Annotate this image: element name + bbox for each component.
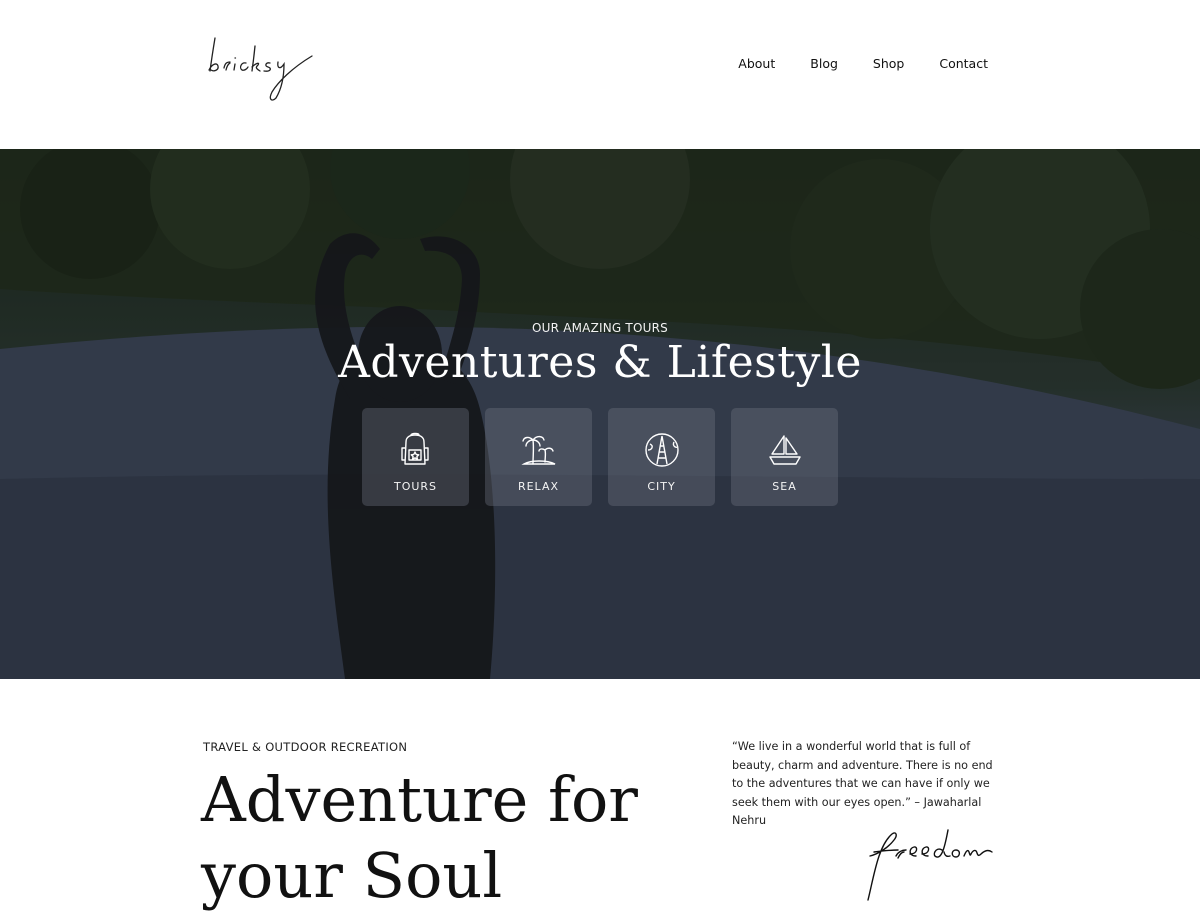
- card-city[interactable]: CITY: [608, 408, 715, 506]
- site-header: About Blog Shop Contact: [0, 0, 1200, 149]
- section-kicker: TRAVEL & OUTDOOR RECREATION: [203, 740, 408, 754]
- main-nav: About Blog Shop Contact: [738, 56, 988, 71]
- section-heading-line1: Adventure for: [201, 763, 638, 836]
- palm-island-icon: [521, 435, 556, 465]
- hero-subtitle: OUR AMAZING TOURS: [532, 321, 668, 335]
- signature-image: [867, 829, 993, 901]
- quote-text: “We live in a wonderful world that is fu…: [732, 740, 993, 827]
- card-tours-label: TOURS: [393, 480, 438, 493]
- hero-banner: OUR AMAZING TOURS Adventures & Lifestyle…: [0, 149, 1200, 679]
- nav-shop[interactable]: Shop: [873, 56, 904, 71]
- brand-logo[interactable]: [200, 26, 320, 106]
- card-city-label: CITY: [647, 480, 676, 493]
- card-relax[interactable]: RELAX: [485, 408, 592, 506]
- nav-contact[interactable]: Contact: [939, 56, 988, 71]
- section-heading-line2: your Soul: [201, 839, 503, 912]
- tower-globe-icon: [645, 433, 679, 467]
- section-heading: Adventure for your Soul: [201, 762, 721, 914]
- card-sea[interactable]: SEA: [731, 408, 838, 506]
- category-cards: TOURS RELAX CITY SEA: [362, 408, 838, 506]
- sailboat-icon: [769, 435, 801, 465]
- card-relax-label: RELAX: [517, 480, 560, 493]
- nav-about[interactable]: About: [738, 56, 775, 71]
- backpack-icon: [401, 432, 429, 465]
- hero-title: Adventures & Lifestyle: [338, 337, 862, 388]
- card-sea-label: SEA: [772, 480, 797, 493]
- nav-blog[interactable]: Blog: [810, 56, 838, 71]
- card-tours[interactable]: TOURS: [362, 408, 469, 506]
